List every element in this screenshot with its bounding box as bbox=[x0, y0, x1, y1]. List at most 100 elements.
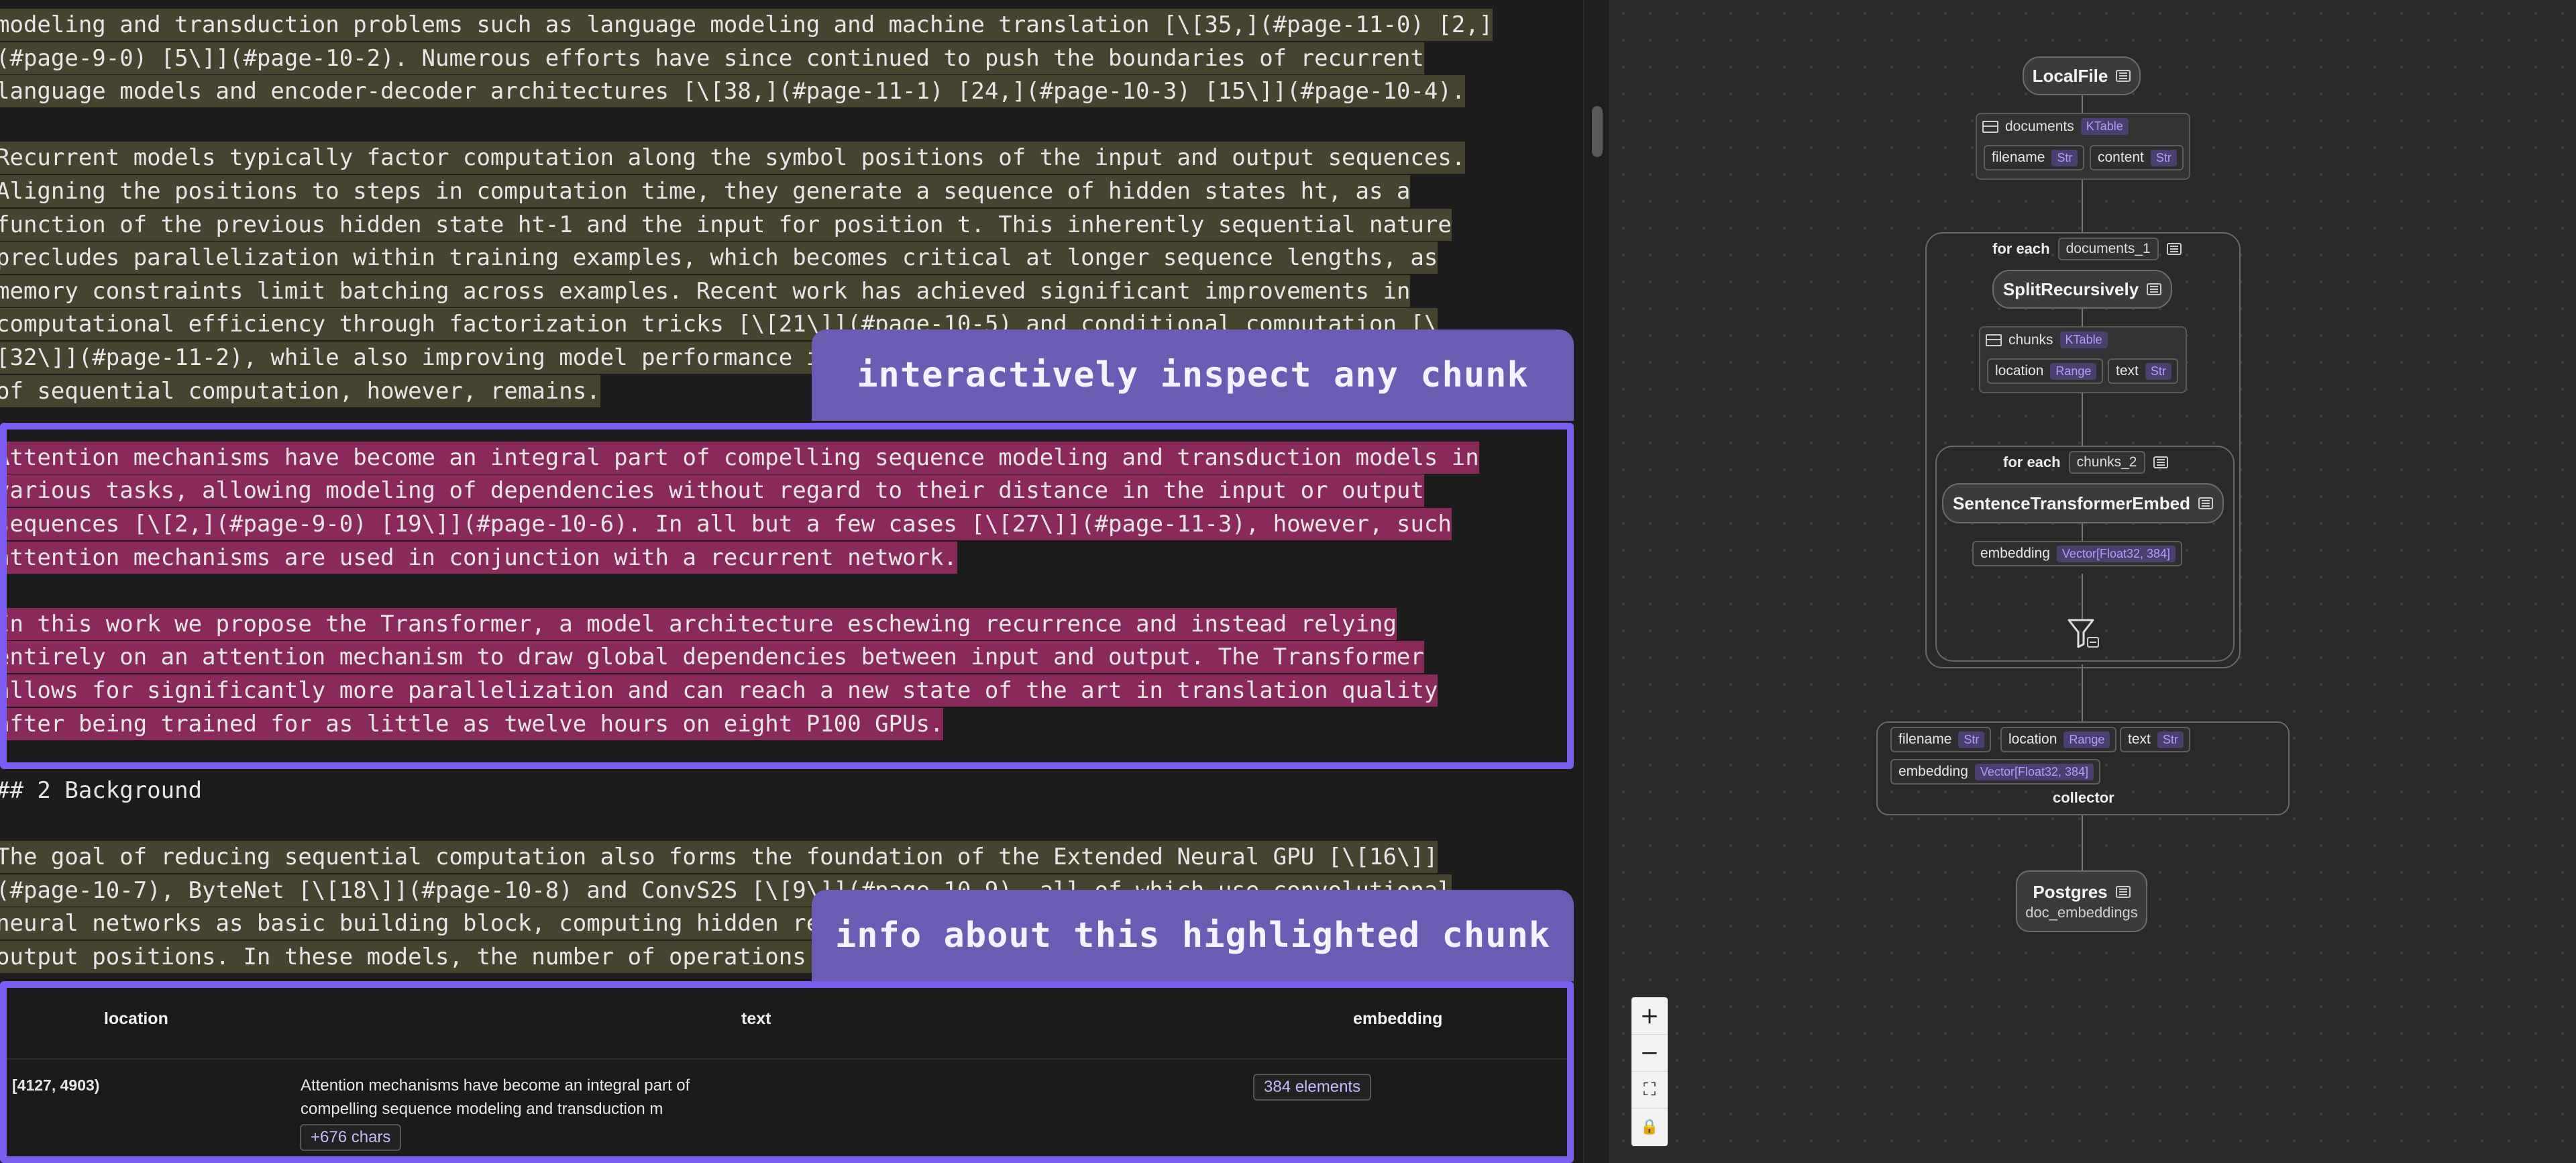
text-line[interactable]: memory constraints limit batching across… bbox=[0, 274, 1411, 308]
pane-divider[interactable] bbox=[1583, 0, 1610, 1163]
node-split-label: SplitRecursively bbox=[2002, 279, 2139, 299]
foreach-documents-header: for each documents_1 bbox=[1992, 238, 2182, 260]
text-line-content: language models and encoder-decoder arch… bbox=[0, 75, 1466, 108]
field-content[interactable]: content Str bbox=[2090, 145, 2184, 170]
text-line[interactable]: [32\]](#page-11-2), while also improving… bbox=[0, 341, 834, 374]
text-line-content: output positions. In these models, the n… bbox=[0, 940, 834, 973]
documents-kind: KTable bbox=[2080, 118, 2129, 135]
field-type: Range bbox=[2050, 362, 2097, 380]
collector-field-location[interactable]: location Range bbox=[2000, 727, 2117, 752]
chunks-name: chunks bbox=[2008, 332, 2053, 348]
text-line-content: of sequential computation, however, rema… bbox=[0, 374, 600, 407]
field-name: text bbox=[2128, 731, 2151, 747]
details-icon[interactable] bbox=[2147, 283, 2162, 295]
col-header-text: text bbox=[741, 1009, 771, 1028]
text-line-content: (#page-9-0) [5\]](#page-10-2). Numerous … bbox=[0, 42, 1424, 74]
text-line[interactable]: modeling and transduction problems such … bbox=[0, 8, 1493, 42]
node-postgres-table: doc_embeddings bbox=[2025, 903, 2138, 921]
zoom-in-button[interactable]: + bbox=[1631, 997, 1668, 1034]
chunks-title: chunks KTable bbox=[1986, 332, 2108, 348]
text-line[interactable]: ## 2 Background bbox=[0, 774, 202, 807]
flow-graph-canvas[interactable]: LocalFile documents KTable filename Str … bbox=[1610, 0, 2576, 1163]
text-line[interactable]: neural networks as basic building block,… bbox=[0, 907, 834, 940]
documents-name: documents bbox=[2005, 118, 2074, 134]
text-scrollbar-thumb[interactable] bbox=[1592, 106, 1603, 157]
collector-field-text[interactable]: text Str bbox=[2120, 727, 2190, 752]
field-filename[interactable]: filename Str bbox=[1984, 145, 2085, 170]
field-name: filename bbox=[1992, 150, 2045, 165]
edge bbox=[2082, 815, 2083, 870]
node-localfile-label: LocalFile bbox=[2032, 65, 2108, 86]
text-line[interactable]: The goal of reducing sequential computat… bbox=[0, 840, 1438, 874]
field-name: text bbox=[2116, 363, 2139, 378]
field-type: Range bbox=[2063, 731, 2110, 748]
node-localfile[interactable]: LocalFile bbox=[2023, 56, 2141, 95]
more-chars-button[interactable]: +676 chars bbox=[300, 1124, 402, 1151]
table-icon bbox=[1982, 120, 1998, 133]
text-line-content: Recurrent models typically factor comput… bbox=[0, 142, 1466, 174]
text-line[interactable]: Recurrent models typically factor comput… bbox=[0, 141, 1466, 174]
field-text[interactable]: text Str bbox=[2108, 358, 2178, 384]
fit-view-button[interactable]: ⛶ bbox=[1631, 1071, 1668, 1108]
node-postgres[interactable]: Postgres doc_embeddings bbox=[2016, 870, 2147, 932]
text-line[interactable]: output positions. In these models, the n… bbox=[0, 940, 834, 974]
text-line-content: Aligning the positions to steps in compu… bbox=[0, 175, 1411, 207]
field-type: Str bbox=[2145, 362, 2171, 380]
text-line[interactable]: function of the previous hidden state ht… bbox=[0, 208, 1452, 242]
zoom-controls: + − ⛶ 🔒 bbox=[1631, 997, 1668, 1146]
lock-button[interactable]: 🔒 bbox=[1631, 1108, 1668, 1145]
text-line-content: neural networks as basic building block,… bbox=[0, 907, 834, 940]
foreach-label: for each bbox=[2003, 454, 2061, 470]
foreach-label: for each bbox=[1992, 240, 2050, 257]
text-line[interactable]: precludes parallelization within trainin… bbox=[0, 241, 1438, 274]
text-line[interactable]: of sequential computation, however, rema… bbox=[0, 374, 600, 408]
details-icon[interactable] bbox=[2198, 497, 2213, 509]
text-line-content: [32\]](#page-11-2), while also improving… bbox=[0, 342, 834, 374]
cell-text: Attention mechanisms have become an inte… bbox=[301, 1076, 690, 1118]
cell-location: [4127, 4903) bbox=[12, 1076, 100, 1094]
foreach-value: documents_1 bbox=[2057, 238, 2159, 260]
embedding-elements-button[interactable]: 384 elements bbox=[1253, 1074, 1372, 1101]
node-split-recursively[interactable]: SplitRecursively bbox=[1992, 270, 2172, 309]
chunk-text-viewer[interactable]: modeling and transduction problems such … bbox=[0, 0, 1583, 1163]
edge bbox=[2082, 664, 2083, 721]
details-icon[interactable] bbox=[2166, 243, 2182, 255]
chunks-kind: KTable bbox=[2059, 332, 2108, 348]
text-line-content: precludes parallelization within trainin… bbox=[0, 242, 1438, 274]
field-embedding[interactable]: embedding Vector[Float32, 384] bbox=[1972, 541, 2183, 566]
field-name: content bbox=[2098, 150, 2144, 165]
callout-info-label: info about this highlighted chunk bbox=[835, 915, 1551, 956]
text-line-content: function of the previous hidden state ht… bbox=[0, 208, 1452, 241]
zoom-out-button[interactable]: − bbox=[1631, 1034, 1668, 1071]
callout-inspect: interactively inspect any chunk bbox=[812, 330, 1574, 421]
collect-funnel-icon[interactable] bbox=[2066, 617, 2101, 650]
text-line-content: modeling and transduction problems such … bbox=[0, 9, 1493, 41]
chunks-table: chunks KTable location Range text Str bbox=[1979, 326, 2187, 393]
callout-info: info about this highlighted chunk bbox=[812, 890, 1574, 981]
text-line[interactable]: Aligning the positions to steps in compu… bbox=[0, 174, 1411, 208]
collector-field-embedding[interactable]: embedding Vector[Float32, 384] bbox=[1890, 759, 2101, 785]
field-type: Vector[Float32, 384] bbox=[2056, 545, 2176, 562]
details-icon[interactable] bbox=[2116, 70, 2131, 82]
field-name: embedding bbox=[1898, 764, 1968, 779]
text-line-content: The goal of reducing sequential computat… bbox=[0, 841, 1438, 873]
documents-title: documents KTable bbox=[1982, 118, 2129, 135]
field-type: Str bbox=[1958, 731, 1985, 748]
text-line-content: memory constraints limit batching across… bbox=[0, 274, 1411, 307]
field-name: location bbox=[1995, 363, 2044, 378]
text-line[interactable]: language models and encoder-decoder arch… bbox=[0, 74, 1466, 108]
field-type: Str bbox=[2150, 149, 2177, 166]
details-icon[interactable] bbox=[2153, 456, 2168, 468]
edge bbox=[2082, 180, 2083, 234]
table-icon bbox=[1986, 334, 2002, 346]
chunk-info-table: location text embedding [4127, 4903) Att… bbox=[0, 981, 1574, 1163]
field-name: embedding bbox=[1980, 546, 2050, 561]
foreach-chunks-header: for each chunks_2 bbox=[2003, 451, 2168, 474]
node-embed-label: SentenceTransformerEmbed bbox=[1952, 493, 2190, 513]
text-line[interactable]: (#page-9-0) [5\]](#page-10-2). Numerous … bbox=[0, 42, 1424, 75]
field-location[interactable]: location Range bbox=[1987, 358, 2104, 384]
documents-table: documents KTable filename Str content St… bbox=[1976, 113, 2190, 180]
details-icon[interactable] bbox=[2115, 886, 2131, 898]
node-sentence-transformer-embed[interactable]: SentenceTransformerEmbed bbox=[1942, 483, 2224, 523]
collector-field-filename[interactable]: filename Str bbox=[1890, 727, 1992, 752]
